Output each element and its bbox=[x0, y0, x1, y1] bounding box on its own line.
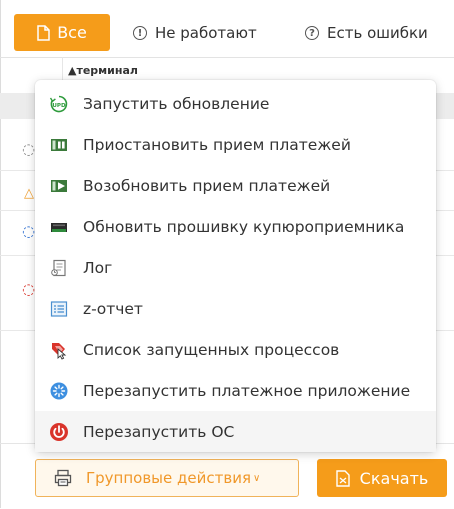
update-upd-icon: UPD bbox=[49, 94, 69, 114]
resume-payments-icon bbox=[49, 176, 69, 196]
pause-payments-icon bbox=[49, 135, 69, 155]
filter-has-errors-label: Есть ошибки bbox=[327, 23, 428, 42]
status-info-icon: ◌ bbox=[22, 222, 36, 240]
download-label: Скачать bbox=[359, 468, 429, 488]
download-button[interactable]: Скачать bbox=[317, 459, 447, 497]
menu-item-start-update[interactable]: UPD Запустить обновление bbox=[35, 83, 436, 124]
menu-item-label: Перезапустить ОС bbox=[83, 422, 235, 441]
filter-all-label: Все bbox=[57, 23, 87, 42]
menu-item-label: Приостановить прием платежей bbox=[83, 135, 351, 154]
menu-item-process-list[interactable]: Список запущенных процессов bbox=[35, 329, 436, 370]
group-actions-button[interactable]: Групповые действия ∨ bbox=[35, 459, 299, 497]
filter-all-button[interactable]: Все bbox=[14, 14, 110, 51]
status-warning-icon: △ bbox=[24, 186, 34, 201]
bill-acceptor-firmware-icon bbox=[49, 217, 69, 237]
chevron-down-icon: ∨ bbox=[252, 472, 261, 484]
restart-app-icon bbox=[49, 381, 69, 401]
menu-item-z-report[interactable]: z-отчет bbox=[35, 288, 436, 329]
menu-item-label: Лог bbox=[83, 258, 113, 277]
log-document-icon bbox=[49, 258, 69, 278]
status-error-icon: ◌ bbox=[22, 280, 36, 298]
menu-item-restart-payment-app[interactable]: Перезапустить платежное приложение bbox=[35, 370, 436, 411]
filter-bar: Все ! Не работают ? Есть ошибки bbox=[0, 0, 454, 57]
menu-item-resume-payments[interactable]: Возобновить прием платежей bbox=[35, 165, 436, 206]
menu-item-label: Обновить прошивку купюроприемника bbox=[83, 217, 405, 236]
filter-not-working-label: Не работают bbox=[155, 23, 257, 42]
column-terminal-header[interactable]: ▲терминал bbox=[68, 64, 138, 77]
printer-icon bbox=[54, 469, 72, 487]
filter-has-errors-tab[interactable]: ? Есть ошибки bbox=[305, 14, 428, 51]
filter-not-working-tab[interactable]: ! Не работают bbox=[133, 14, 257, 51]
menu-item-pause-payments[interactable]: Приостановить прием платежей bbox=[35, 124, 436, 165]
process-list-icon bbox=[49, 340, 69, 360]
menu-item-log[interactable]: Лог bbox=[35, 247, 436, 288]
alert-circle-icon: ! bbox=[133, 25, 147, 40]
question-circle-icon: ? bbox=[305, 25, 319, 40]
status-unknown-icon: ◌ bbox=[22, 140, 36, 158]
menu-item-label: z-отчет bbox=[83, 299, 143, 318]
menu-item-restart-os[interactable]: Перезапустить ОС bbox=[35, 411, 436, 452]
group-actions-label: Групповые действия bbox=[86, 469, 251, 487]
svg-text:UPD: UPD bbox=[52, 102, 66, 108]
document-icon bbox=[37, 24, 50, 41]
menu-item-label: Перезапустить платежное приложение bbox=[83, 381, 411, 400]
z-report-icon bbox=[49, 299, 69, 319]
menu-item-update-bill-acceptor-firmware[interactable]: Обновить прошивку купюроприемника bbox=[35, 206, 436, 247]
menu-item-label: Возобновить прием платежей bbox=[83, 176, 331, 195]
menu-item-label: Список запущенных процессов bbox=[83, 340, 340, 359]
menu-item-label: Запустить обновление bbox=[83, 94, 270, 113]
power-icon bbox=[49, 422, 69, 442]
group-actions-menu: UPD Запустить обновление Приостановить п… bbox=[35, 80, 436, 452]
download-file-icon bbox=[335, 469, 350, 487]
